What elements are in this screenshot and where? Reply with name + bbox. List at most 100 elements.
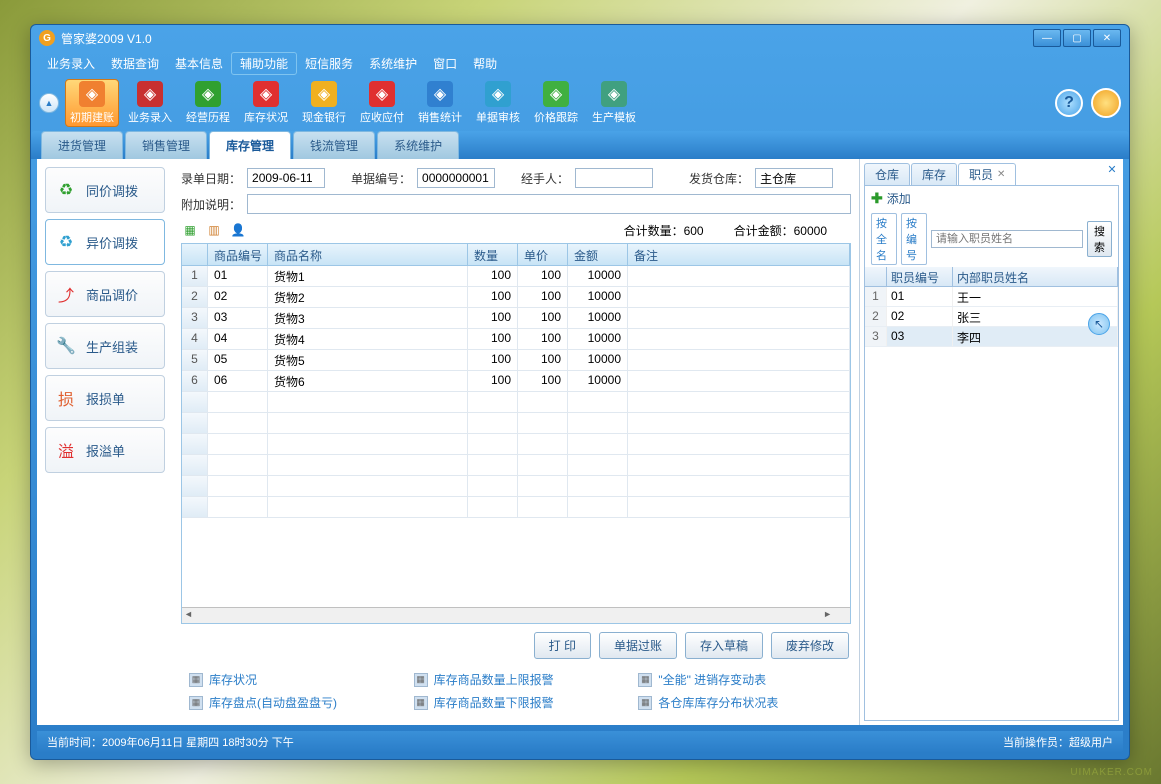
date-input[interactable] [247, 168, 325, 188]
staff-header-1[interactable]: 职员编号 [887, 267, 953, 286]
maximize-button[interactable]: ▢ [1063, 29, 1091, 47]
toolbar-collapse-icon[interactable]: ▲ [39, 93, 59, 113]
grid-row[interactable] [182, 413, 850, 434]
remark-input[interactable] [247, 194, 851, 214]
main-tab-0[interactable]: 进货管理 [41, 131, 123, 159]
app-icon: G [39, 30, 55, 46]
staff-header-0[interactable] [865, 267, 887, 286]
search-button[interactable]: 搜索 [1087, 221, 1112, 257]
menu-6[interactable]: 窗口 [425, 53, 465, 74]
action-0[interactable]: 打 印 [534, 632, 591, 659]
grid-row[interactable]: 606货物610010010000 [182, 371, 850, 392]
grid-header-4[interactable]: 单价 [518, 244, 568, 265]
person-input[interactable] [575, 168, 653, 188]
right-tab-1[interactable]: 库存 [911, 163, 957, 185]
sidebar-item-0[interactable]: ♻同价调拨 [45, 167, 165, 213]
menu-7[interactable]: 帮助 [465, 53, 505, 74]
main-tab-1[interactable]: 销售管理 [125, 131, 207, 159]
action-1[interactable]: 单据过账 [599, 632, 677, 659]
link-icon: ▦ [638, 673, 652, 687]
by-code-button[interactable]: 按编号 [901, 213, 927, 265]
toolbar-0[interactable]: ◈初期建账 [65, 79, 119, 127]
app-window: G 管家婆2009 V1.0 — ▢ ✕ 业务录入数据查询基本信息辅助功能短信服… [30, 24, 1130, 760]
grid-icon[interactable]: ▦ [181, 221, 199, 239]
staff-row[interactable]: 303李四 [865, 327, 1118, 347]
menu-0[interactable]: 业务录入 [39, 53, 103, 74]
tab-close-icon[interactable]: ✕ [997, 169, 1005, 180]
horizontal-scrollbar[interactable] [182, 607, 850, 623]
sidebar-item-3[interactable]: 🔧生产组装 [45, 323, 165, 369]
menu-4[interactable]: 短信服务 [297, 53, 361, 74]
close-button[interactable]: ✕ [1093, 29, 1121, 47]
minimize-button[interactable]: — [1033, 29, 1061, 47]
help-icon[interactable]: ? [1055, 89, 1083, 117]
sidebar-item-1[interactable]: ♻异价调拨 [45, 219, 165, 265]
status-user: 超级用户 [1069, 734, 1113, 750]
quicklink-4[interactable]: ▦库存商品数量下限报警 [414, 694, 619, 711]
menu-1[interactable]: 数据查询 [103, 53, 167, 74]
add-link[interactable]: 添加 [887, 190, 911, 207]
building-icon[interactable]: ▥ [205, 221, 223, 239]
staff-header-2[interactable]: 内部职员姓名 [953, 267, 1118, 286]
logo-icon[interactable] [1091, 88, 1121, 118]
docno-input[interactable] [417, 168, 495, 188]
quicklink-1[interactable]: ▦库存商品数量上限报警 [414, 671, 619, 688]
sidebar-item-5[interactable]: 溢报溢单 [45, 427, 165, 473]
grid-row[interactable]: 202货物210010010000 [182, 287, 850, 308]
quicklink-5[interactable]: ▦各仓库库存分布状况表 [638, 694, 843, 711]
menu-5[interactable]: 系统维护 [361, 53, 425, 74]
sidebar-item-4[interactable]: 损报损单 [45, 375, 165, 421]
staff-search-input[interactable] [931, 230, 1083, 248]
grid-row[interactable]: 505货物510010010000 [182, 350, 850, 371]
main-tab-2[interactable]: 库存管理 [209, 131, 291, 159]
toolbar-icon-8: ◈ [543, 81, 569, 107]
toolbar-3[interactable]: ◈库存状况 [239, 79, 293, 127]
quicklink-3[interactable]: ▦库存盘点(自动盘盈盘亏) [189, 694, 394, 711]
panel-close-icon[interactable]: ✕ [1105, 163, 1119, 177]
toolbar-9[interactable]: ◈生产模板 [587, 79, 641, 127]
grid-row[interactable]: 303货物310010010000 [182, 308, 850, 329]
titlebar[interactable]: G 管家婆2009 V1.0 — ▢ ✕ [31, 25, 1129, 51]
toolbar-7[interactable]: ◈单据审核 [471, 79, 525, 127]
total-qty: 600 [684, 224, 704, 238]
staff-row[interactable]: 101王一 [865, 287, 1118, 307]
grid-body[interactable]: 101货物110010010000202货物210010010000303货物3… [182, 266, 850, 607]
main-tab-3[interactable]: 钱流管理 [293, 131, 375, 159]
person-icon[interactable]: 👤 [229, 221, 247, 239]
menu-2[interactable]: 基本信息 [167, 53, 231, 74]
toolbar-4[interactable]: ◈现金银行 [297, 79, 351, 127]
grid-header-6[interactable]: 备注 [628, 244, 850, 265]
toolbar: ▲ ◈初期建账◈业务录入◈经营历程◈库存状况◈现金银行◈应收应付◈销售统计◈单据… [31, 75, 1129, 131]
toolbar-6[interactable]: ◈销售统计 [413, 79, 467, 127]
toolbar-2[interactable]: ◈经营历程 [181, 79, 235, 127]
quicklink-0[interactable]: ▦库存状况 [189, 671, 394, 688]
right-tab-2[interactable]: 职员✕ [958, 163, 1016, 185]
staff-row[interactable]: 202张三 [865, 307, 1118, 327]
action-3[interactable]: 废弃修改 [771, 632, 849, 659]
grid-row[interactable]: 101货物110010010000 [182, 266, 850, 287]
toolbar-1[interactable]: ◈业务录入 [123, 79, 177, 127]
grid-header-3[interactable]: 数量 [468, 244, 518, 265]
link-icon: ▦ [414, 696, 428, 710]
grid-header-0[interactable] [182, 244, 208, 265]
grid-header-2[interactable]: 商品名称 [268, 244, 468, 265]
grid-row[interactable] [182, 455, 850, 476]
right-tab-0[interactable]: 仓库 [864, 163, 910, 185]
grid-header-5[interactable]: 金额 [568, 244, 628, 265]
toolbar-8[interactable]: ◈价格跟踪 [529, 79, 583, 127]
grid-row[interactable] [182, 434, 850, 455]
sidebar-item-2[interactable]: ⤴商品调价 [45, 271, 165, 317]
grid-header-1[interactable]: 商品编号 [208, 244, 268, 265]
action-2[interactable]: 存入草稿 [685, 632, 763, 659]
grid-row[interactable] [182, 476, 850, 497]
main-tab-4[interactable]: 系统维护 [377, 131, 459, 159]
grid-row[interactable]: 404货物410010010000 [182, 329, 850, 350]
staff-grid[interactable]: 职员编号内部职员姓名 101王一202张三303李四 ↖ [865, 267, 1118, 720]
menu-3[interactable]: 辅助功能 [231, 52, 297, 75]
toolbar-5[interactable]: ◈应收应付 [355, 79, 409, 127]
grid-row[interactable] [182, 392, 850, 413]
grid-row[interactable] [182, 497, 850, 518]
by-fullname-button[interactable]: 按全名 [871, 213, 897, 265]
quicklink-2[interactable]: ▦"全能" 进销存变动表 [638, 671, 843, 688]
warehouse-input[interactable] [755, 168, 833, 188]
